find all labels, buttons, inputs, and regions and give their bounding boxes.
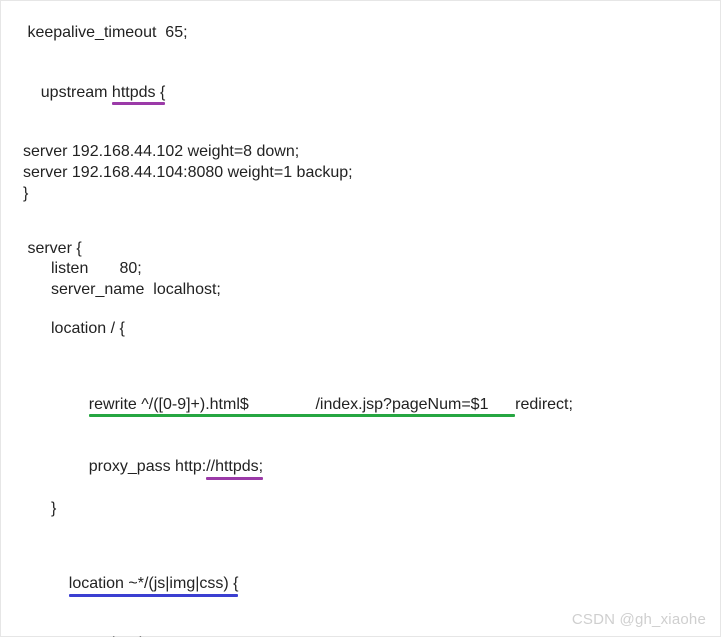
location-static-underline: location ~*/(js|img|css) { <box>69 574 239 595</box>
rewrite-tail: redirect; <box>515 396 573 413</box>
rewrite-underline: rewrite ^/([0-9]+).html$ /index.jsp?page… <box>89 395 515 416</box>
upstream-server-2: server 192.168.44.104:8080 weight=1 back… <box>23 163 698 184</box>
location-root-close: } <box>23 499 698 520</box>
upstream-close-brace: } <box>23 184 698 205</box>
server-open: server { <box>23 239 698 260</box>
listen-line: listen 80; <box>23 259 698 280</box>
location-root-open: location / { <box>23 319 698 340</box>
upstream-name-underline: httpds { <box>112 83 165 104</box>
location-static-open: location ~*/(js|img|css) { <box>23 553 698 615</box>
keepalive-line: keepalive_timeout 65; <box>23 23 698 44</box>
upstream-server-1: server 192.168.44.102 weight=8 down; <box>23 142 698 163</box>
server-name-line: server_name localhost; <box>23 280 698 301</box>
proxy-pass-underline: //httpds; <box>206 457 263 478</box>
rewrite-line: rewrite ^/([0-9]+).html$ /index.jsp?page… <box>23 374 698 436</box>
proxy-pass-line: proxy_pass http://httpds; <box>23 436 698 498</box>
proxy-pass-prefix: proxy_pass http: <box>89 458 206 475</box>
upstream-prefix: upstream <box>41 84 112 101</box>
config-snippet-page: keepalive_timeout 65; upstream httpds { … <box>0 0 721 637</box>
upstream-line: upstream httpds { <box>23 62 698 124</box>
